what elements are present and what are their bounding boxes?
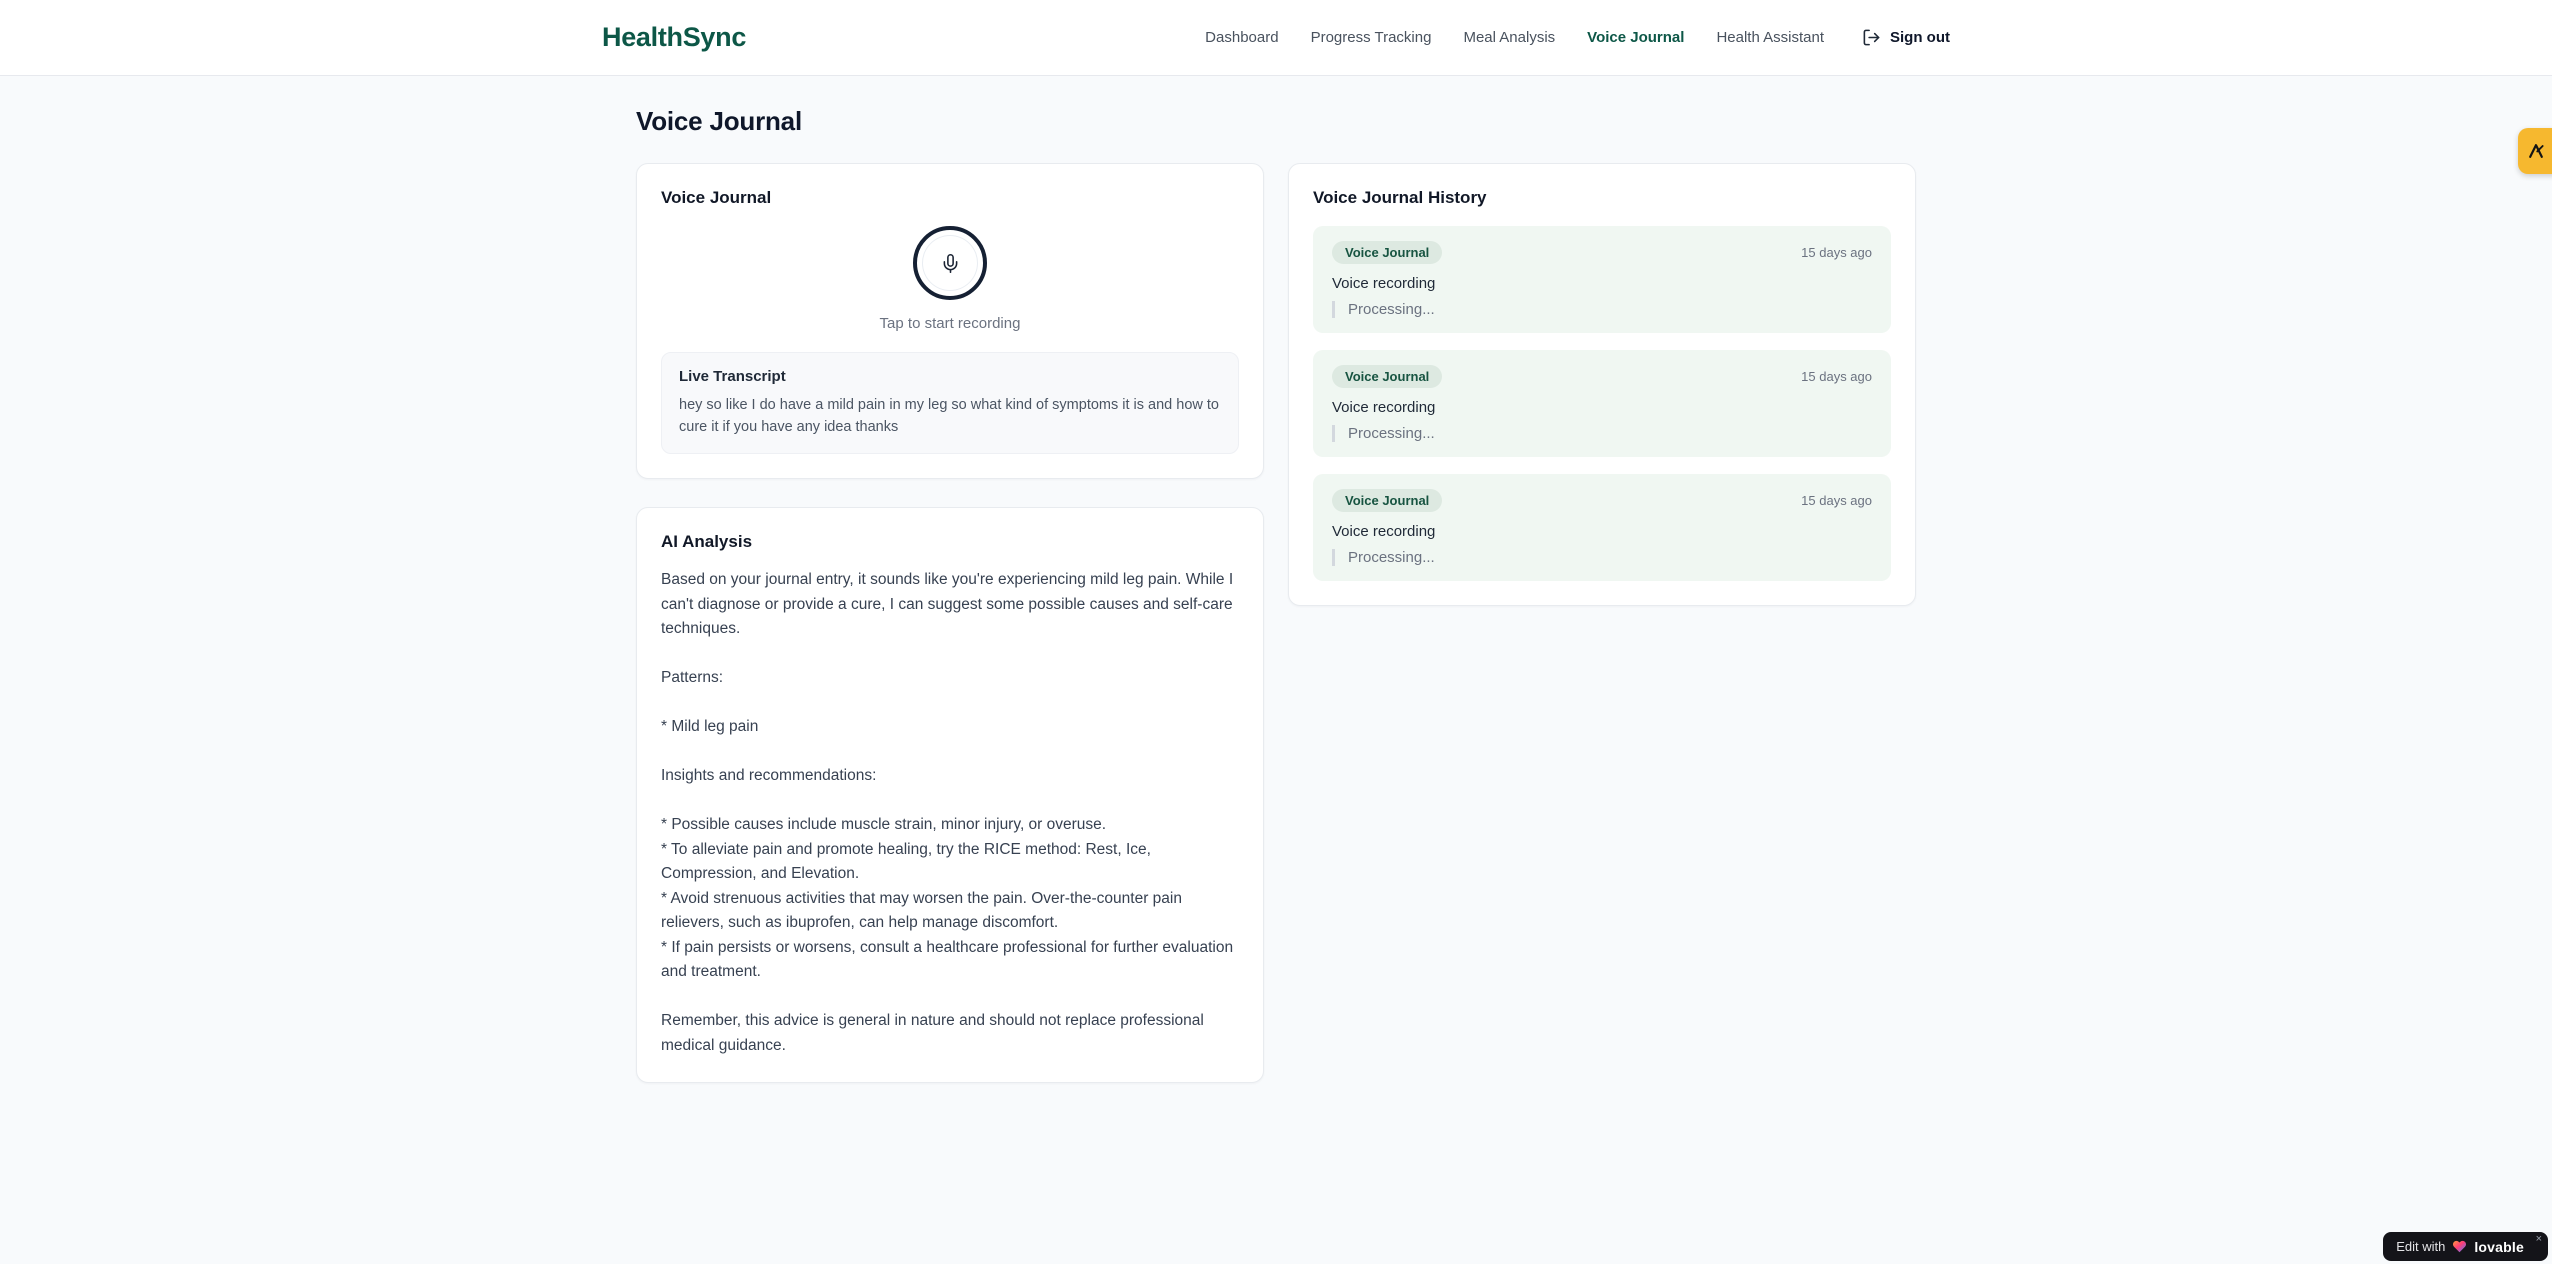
- close-icon[interactable]: ×: [2536, 1233, 2542, 1245]
- entry-timestamp: 15 days ago: [1801, 245, 1872, 260]
- nav-item-progress-tracking[interactable]: Progress Tracking: [1311, 29, 1432, 46]
- entry-type-badge: Voice Journal: [1332, 365, 1443, 388]
- left-column: Voice Journal Tap to start recording Liv…: [636, 163, 1264, 1083]
- history-entries: Voice Journal 15 days ago Voice recordin…: [1313, 226, 1891, 581]
- entry-title: Voice recording: [1332, 523, 1436, 540]
- entry-type-badge: Voice Journal: [1332, 241, 1443, 264]
- lovable-heart-icon: [2452, 1239, 2467, 1254]
- nav-item-voice-journal[interactable]: Voice Journal: [1587, 29, 1684, 46]
- entry-title: Voice recording: [1332, 399, 1436, 416]
- lovable-brand-label: lovable: [2474, 1238, 2524, 1255]
- entry-timestamp: 15 days ago: [1801, 493, 1872, 508]
- ai-analysis-body: Based on your journal entry, it sounds l…: [661, 571, 1234, 1054]
- live-transcript-box: Live Transcript hey so like I do have a …: [661, 352, 1239, 454]
- entry-title: Voice recording: [1332, 275, 1436, 292]
- tap-to-record-hint: Tap to start recording: [879, 315, 1021, 332]
- main-content: Voice Journal Voice Journal Tap to start…: [636, 76, 1916, 1083]
- edit-with-label: Edit with: [2396, 1239, 2446, 1254]
- history-entry[interactable]: Voice Journal 15 days ago Voice recordin…: [1313, 474, 1891, 581]
- ai-analysis-title: AI Analysis: [661, 532, 753, 551]
- history-entry[interactable]: Voice Journal 15 days ago Voice recordin…: [1313, 350, 1891, 457]
- entry-status: Processing...: [1332, 549, 1872, 566]
- brand-logo[interactable]: HealthSync: [602, 22, 746, 53]
- widget-logo-icon: [2526, 141, 2546, 161]
- page-title: Voice Journal: [636, 106, 802, 136]
- right-column: Voice Journal History Voice Journal 15 d…: [1288, 163, 1916, 606]
- entry-status: Processing...: [1332, 301, 1872, 318]
- entry-timestamp: 15 days ago: [1801, 369, 1872, 384]
- entry-status: Processing...: [1332, 425, 1872, 442]
- voice-recorder-card: Voice Journal Tap to start recording Liv…: [636, 163, 1264, 479]
- nav-item-meal-analysis[interactable]: Meal Analysis: [1463, 29, 1555, 46]
- main-nav: Dashboard Progress Tracking Meal Analysi…: [1205, 28, 1950, 47]
- recorder-card-title: Voice Journal: [661, 188, 772, 207]
- edit-with-lovable-badge[interactable]: Edit with lovable ×: [2383, 1232, 2548, 1261]
- top-navbar: HealthSync Dashboard Progress Tracking M…: [0, 0, 2552, 76]
- live-transcript-text: hey so like I do have a mild pain in my …: [679, 397, 1219, 435]
- microphone-icon: [940, 253, 961, 274]
- nav-item-health-assistant[interactable]: Health Assistant: [1716, 29, 1824, 46]
- voice-journal-history-card: Voice Journal History Voice Journal 15 d…: [1288, 163, 1916, 606]
- floating-widget-badge[interactable]: [2518, 128, 2552, 174]
- history-card-title: Voice Journal History: [1313, 188, 1487, 207]
- live-transcript-title: Live Transcript: [679, 368, 786, 385]
- sign-out-label: Sign out: [1890, 29, 1950, 46]
- sign-out-button[interactable]: Sign out: [1862, 28, 1950, 47]
- log-out-icon: [1862, 28, 1881, 47]
- ai-analysis-card: AI Analysis Based on your journal entry,…: [636, 507, 1264, 1083]
- entry-type-badge: Voice Journal: [1332, 489, 1443, 512]
- record-button[interactable]: [913, 226, 987, 300]
- nav-item-dashboard[interactable]: Dashboard: [1205, 29, 1278, 46]
- history-entry[interactable]: Voice Journal 15 days ago Voice recordin…: [1313, 226, 1891, 333]
